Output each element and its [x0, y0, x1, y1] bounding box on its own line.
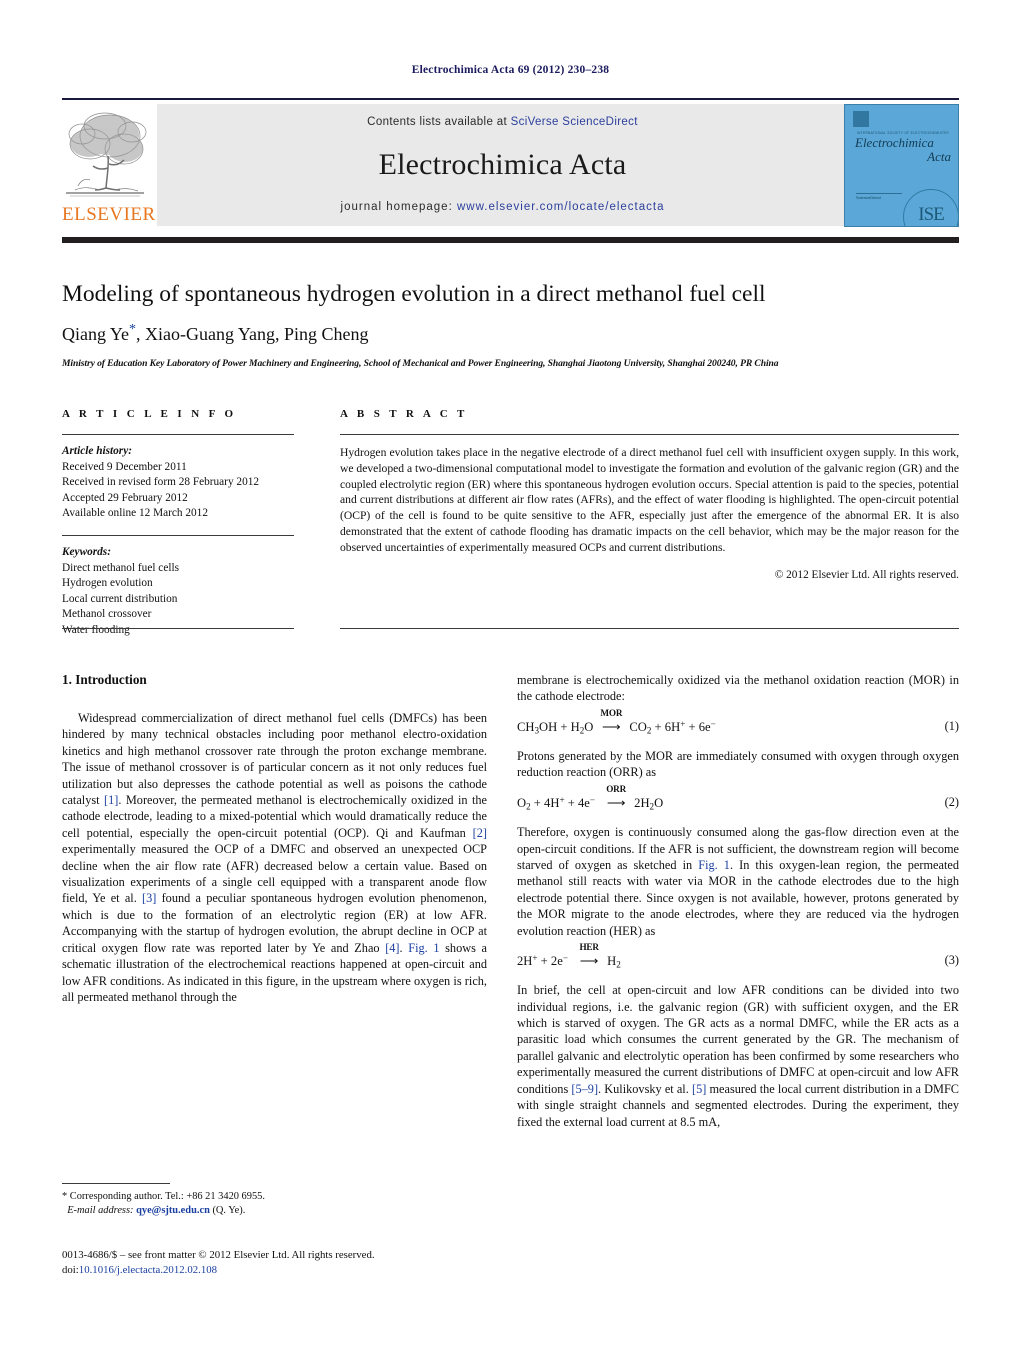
citation-ref[interactable]: [1]	[104, 793, 118, 807]
paper-page: Electrochimica Acta 69 (2012) 230–238 EL…	[0, 0, 1021, 1351]
masthead-bottom-rule	[62, 237, 959, 243]
elsevier-wordmark: ELSEVIER	[62, 204, 156, 225]
citation-ref[interactable]: [5]	[692, 1082, 706, 1096]
running-head: Electrochimica Acta 69 (2012) 230–238	[411, 64, 610, 76]
journal-masthead: ELSEVIER Contents lists available at Sci…	[62, 98, 959, 230]
equation-3-body: 2H+ + 2e− HER ⟶ H2	[517, 942, 621, 970]
affiliation: Ministry of Education Key Laboratory of …	[62, 358, 779, 369]
equation-2: O2 + 4H+ + 4e− ORR ⟶ 2H2O (2)	[517, 783, 959, 812]
email-suffix: (Q. Ye).	[209, 1205, 246, 1217]
imprint-block: 0013-4686/$ – see front matter © 2012 El…	[62, 1248, 562, 1277]
email-link[interactable]: qye@sjtu.edu.cn	[136, 1205, 210, 1216]
cover-publisher-text: ScienceDirect	[856, 195, 881, 200]
citation-ref[interactable]: [5–9]	[571, 1082, 598, 1096]
cover-title: Electrochimica Acta	[855, 136, 951, 164]
doi-link[interactable]: 10.1016/j.electacta.2012.02.108	[79, 1264, 217, 1276]
abstract-heading: A B S T R A C T	[340, 408, 468, 420]
doi-label: doi:	[62, 1263, 79, 1276]
reaction-label: MOR	[600, 707, 623, 718]
cover-title-line2: Acta	[927, 149, 951, 164]
reaction-label: HER	[579, 942, 599, 952]
article-info-column: A R T I C L E I N F O Article history: R…	[62, 408, 294, 639]
history-item: Accepted 29 February 2012	[62, 491, 188, 504]
cover-elsevier-icon	[853, 111, 869, 127]
journal-homepage-link[interactable]: www.elsevier.com/locate/electacta	[457, 201, 665, 213]
equation-2-number: (2)	[944, 794, 959, 809]
homepage-prefix: journal homepage:	[340, 201, 457, 213]
figure-ref[interactable]: Fig. 1	[408, 941, 439, 955]
cover-title-line1: Electrochimica	[855, 135, 934, 150]
elsevier-logo: ELSEVIER	[62, 104, 156, 228]
corresponding-author-footnote: * Corresponding author. Tel.: +86 21 342…	[62, 1190, 487, 1218]
abstract-text: Hydrogen evolution takes place in the ne…	[340, 446, 959, 554]
footnote-rule	[62, 1183, 170, 1184]
cover-publisher-mark: ScienceDirect	[856, 193, 902, 202]
article-history-label: Article history:	[62, 445, 132, 457]
right-paragraph-3: Therefore, oxygen is continuously consum…	[517, 824, 959, 939]
info-bottom-rule	[62, 628, 294, 629]
keyword-item: Direct methanol fuel cells	[62, 561, 180, 574]
body-column-right: membrane is electrochemically oxidized v…	[517, 672, 959, 1130]
masthead-top-rule	[62, 98, 959, 100]
sciencedirect-link[interactable]: SciVerse ScienceDirect	[511, 116, 638, 128]
section-heading-introduction: 1. Introduction	[62, 672, 147, 687]
history-item: Received in revised form 28 February 201…	[62, 476, 260, 489]
keyword-item: Water flooding	[62, 623, 130, 636]
equation-1-number: (1)	[944, 718, 959, 733]
equation-1: CH3OH + H2O MOR ⟶ CO2 + 6H+ + 6e− (1)	[517, 707, 959, 736]
equation-2-body: O2 + 4H+ + 4e− ORR ⟶ 2H2O	[517, 783, 664, 812]
ise-society-logo-icon: ISE	[903, 189, 958, 226]
journal-title: Electrochimica Acta	[378, 148, 627, 181]
journal-cover-thumbnail: INTERNATIONAL SOCIETY OF ELECTROCHEMISTR…	[844, 104, 959, 227]
keyword-item: Methanol crossover	[62, 608, 152, 621]
equation-3: 2H+ + 2e− HER ⟶ H2 (3)	[517, 942, 959, 970]
citation-ref[interactable]: [3]	[142, 891, 156, 905]
reaction-arrow-orr: ORR ⟶	[598, 784, 634, 811]
citation-ref[interactable]: [2]	[473, 826, 487, 840]
email-label: E-mail address:	[67, 1205, 134, 1217]
par-text: In brief, the cell at open-circuit and l…	[517, 983, 959, 1096]
ise-logo-text: ISE	[918, 204, 945, 225]
keyword-item: Hydrogen evolution	[62, 577, 153, 590]
reaction-label: ORR	[606, 783, 627, 794]
article-history-group: Article history: Received 9 December 201…	[62, 444, 294, 522]
abstract-column: A B S T R A C T Hydrogen evolution takes…	[340, 408, 959, 581]
footnote-text: Corresponding author. Tel.: +86 21 3420 …	[67, 1191, 265, 1202]
copyright-line: © 2012 Elsevier Ltd. All rights reserved…	[774, 568, 959, 581]
journal-homepage-line: journal homepage: www.elsevier.com/locat…	[157, 201, 848, 213]
masthead-center-box: Contents lists available at SciVerse Sci…	[157, 104, 848, 226]
author-list: Qiang Ye*, Xiao-Guang Yang, Ping Cheng	[62, 322, 369, 344]
abstract-rule	[340, 434, 959, 435]
corresponding-author-marker: *	[129, 322, 137, 337]
article-info-rule	[62, 434, 294, 435]
abstract-bottom-rule	[340, 628, 959, 629]
elsevier-tree-icon	[62, 104, 148, 204]
par-text: .	[399, 940, 409, 955]
article-info-heading: A R T I C L E I N F O	[62, 408, 237, 420]
figure-ref[interactable]: Fig. 1	[698, 858, 730, 872]
keywords-group: Keywords: Direct methanol fuel cells Hyd…	[62, 545, 294, 639]
keywords-rule	[62, 534, 294, 536]
citation-ref[interactable]: [4]	[385, 941, 399, 955]
contents-available-line: Contents lists available at SciVerse Sci…	[157, 116, 848, 128]
reaction-arrow-her: HER ⟶	[571, 942, 607, 969]
intro-paragraph: Widespread commercialization of direct m…	[62, 710, 487, 1005]
right-paragraph-4: In brief, the cell at open-circuit and l…	[517, 982, 959, 1130]
par-text: . Kulikovsky et al.	[598, 1081, 692, 1096]
page-title: Modeling of spontaneous hydrogen evoluti…	[62, 281, 766, 307]
right-paragraph-1: membrane is electrochemically oxidized v…	[517, 673, 959, 704]
history-item: Available online 12 March 2012	[62, 507, 208, 520]
keyword-item: Local current distribution	[62, 592, 178, 605]
keywords-label: Keywords:	[62, 545, 111, 558]
reaction-arrow-mor: MOR ⟶	[593, 708, 629, 735]
equation-3-number: (3)	[944, 953, 959, 967]
history-item: Received 9 December 2011	[62, 460, 187, 473]
contents-prefix: Contents lists available at	[367, 116, 511, 128]
right-paragraph-2: Protons generated by the MOR are immedia…	[517, 749, 959, 780]
par-text: . Moreover, the permeated methanol is el…	[62, 793, 487, 840]
issn-line: 0013-4686/$ – see front matter © 2012 El…	[62, 1249, 375, 1261]
equation-1-body: CH3OH + H2O MOR ⟶ CO2 + 6H+ + 6e−	[517, 707, 716, 736]
body-column-left: 1. Introduction Widespread commercializa…	[62, 672, 487, 1005]
